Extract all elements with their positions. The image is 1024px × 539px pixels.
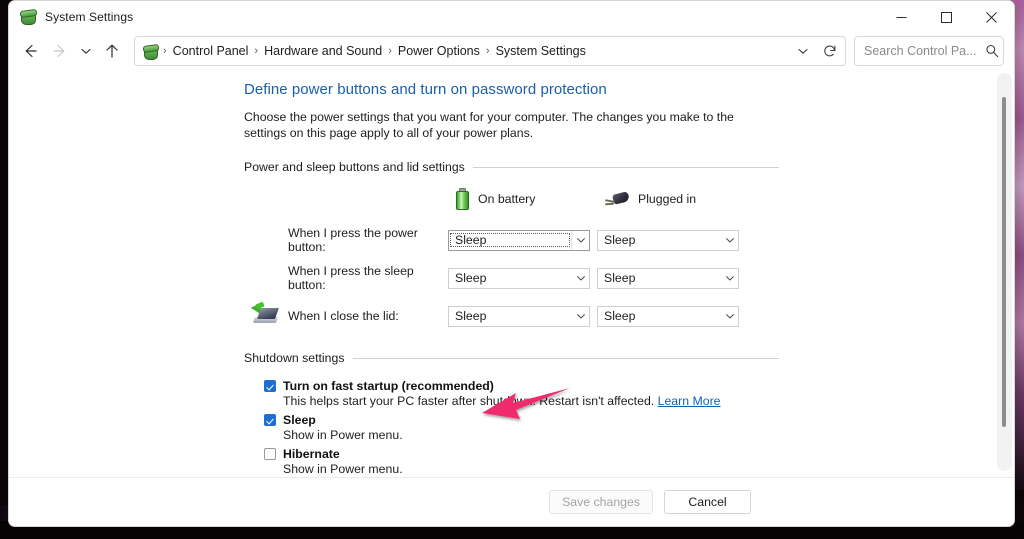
window-controls — [879, 1, 1014, 33]
address-control-panel-icon — [142, 43, 160, 60]
control-panel-icon — [19, 8, 38, 25]
address-bar[interactable]: › Control Panel › Hardware and Sound › P… — [134, 36, 846, 66]
title-bar: System Settings — [9, 1, 1014, 33]
sleep-moon-icon — [252, 265, 278, 291]
chevron-down-icon[interactable] — [790, 39, 816, 63]
column-plugged-in: Plugged in — [604, 191, 754, 207]
scrollbar-thumb[interactable] — [1002, 97, 1006, 427]
page-description: Choose the power settings that you want … — [244, 110, 734, 140]
breadcrumb: › Control Panel › Hardware and Sound › P… — [162, 41, 790, 61]
dropdown-value: Sleep — [450, 233, 570, 247]
dropdown-close-lid-on-battery[interactable]: Sleep — [448, 305, 590, 327]
power-plug-icon — [604, 191, 630, 207]
setting-row-close-lid: When I close the lid: Sleep Sleep — [244, 297, 779, 335]
column-headers: On battery Plugged in — [244, 188, 779, 210]
refresh-icon[interactable] — [817, 39, 843, 63]
chevron-down-icon[interactable] — [721, 307, 738, 326]
minimize-button[interactable] — [879, 1, 924, 33]
dialog-footer: Save changes Cancel — [9, 477, 1014, 526]
title-bar-left: System Settings — [9, 8, 134, 25]
vertical-scrollbar[interactable] — [997, 73, 1012, 471]
content-area: Define power buttons and turn on passwor… — [9, 69, 1014, 477]
checkbox-row-fast-startup[interactable]: Turn on fast startup (recommended) — [264, 379, 779, 393]
checkbox-description-hibernate: Show in Power menu. — [283, 462, 403, 476]
recent-locations-chevron-down-icon[interactable] — [75, 36, 97, 66]
cancel-button[interactable]: Cancel — [664, 490, 751, 514]
shutdown-group-label: Shutdown settings — [244, 351, 345, 365]
power-buttons-group-header: Power and sleep buttons and lid settings — [244, 160, 779, 174]
breadcrumb-item-power-options[interactable]: Power Options — [393, 41, 485, 61]
column-on-battery: On battery — [456, 188, 605, 210]
dropdown-close-lid-plugged-in[interactable]: Sleep — [597, 305, 739, 327]
breadcrumb-item-hardware-and-sound[interactable]: Hardware and Sound — [259, 41, 387, 61]
checkbox-sleep[interactable] — [264, 414, 276, 426]
dropdown-sleep-button-plugged-in[interactable]: Sleep — [597, 267, 739, 289]
group-divider — [352, 357, 779, 359]
checkbox-row-hibernate[interactable]: Hibernate — [264, 447, 779, 461]
checkbox-description-fast-startup: This helps start your PC faster after sh… — [283, 394, 779, 408]
dropdown-power-button-on-battery[interactable]: Sleep — [448, 229, 590, 251]
laptop-lid-icon — [250, 301, 280, 329]
group-divider — [472, 166, 779, 168]
dropdown-value: Sleep — [455, 271, 487, 285]
column-label-plugged-in: Plugged in — [638, 192, 697, 206]
power-button-icon — [252, 227, 278, 253]
row-label-power-button: When I press the power button: — [288, 226, 418, 254]
checkbox-row-sleep[interactable]: Sleep — [264, 413, 779, 427]
search-placeholder: Search Control Pa... — [864, 44, 977, 58]
row-label-sleep-button: When I press the sleep button: — [288, 264, 414, 292]
window-title: System Settings — [45, 10, 134, 24]
breadcrumb-separator: › — [485, 45, 490, 57]
search-icon[interactable] — [985, 44, 999, 58]
dropdown-sleep-button-on-battery[interactable]: Sleep — [448, 267, 590, 289]
checkbox-label-sleep: Sleep — [283, 413, 316, 427]
setting-row-sleep-button: When I press the sleep button: Sleep Sle… — [244, 259, 779, 297]
address-bar-tools — [790, 39, 843, 63]
checkbox-fast-startup[interactable] — [264, 380, 276, 392]
checkbox-description-sleep: Show in Power menu. — [283, 428, 403, 442]
setting-row-power-button: When I press the power button: Sleep Sle… — [244, 221, 779, 259]
dropdown-value: Sleep — [604, 233, 636, 247]
description-text: This helps start your PC faster after sh… — [283, 394, 655, 408]
power-buttons-group-label: Power and sleep buttons and lid settings — [244, 160, 465, 174]
close-button[interactable] — [969, 1, 1014, 33]
dropdown-value: Sleep — [604, 309, 636, 323]
breadcrumb-separator: › — [163, 45, 167, 57]
page-title: Define power buttons and turn on passwor… — [244, 81, 607, 98]
forward-arrow-icon[interactable] — [45, 36, 75, 66]
chevron-down-icon[interactable] — [572, 269, 589, 288]
settings-inner: Define power buttons and turn on passwor… — [244, 81, 779, 477]
breadcrumb-item-control-panel[interactable]: Control Panel — [168, 41, 254, 61]
dropdown-value: Sleep — [455, 309, 487, 323]
learn-more-link[interactable]: Learn More — [658, 394, 721, 408]
chevron-down-icon[interactable] — [572, 307, 589, 326]
chevron-down-icon[interactable] — [721, 231, 738, 250]
checkbox-label-fast-startup: Turn on fast startup (recommended) — [283, 379, 494, 393]
system-settings-window: System Settings › Control Panel › Hardwa… — [8, 0, 1015, 527]
row-label-close-lid: When I close the lid: — [288, 309, 399, 323]
chevron-down-icon[interactable] — [721, 269, 738, 288]
dropdown-value: Sleep — [604, 271, 636, 285]
checkbox-hibernate[interactable] — [264, 448, 276, 460]
chevron-down-icon[interactable] — [571, 230, 589, 250]
search-input[interactable]: Search Control Pa... — [854, 36, 1004, 66]
column-label-on-battery: On battery — [478, 192, 536, 206]
up-arrow-icon[interactable] — [97, 36, 127, 66]
maximize-button[interactable] — [924, 1, 969, 33]
settings-scroll-region: Define power buttons and turn on passwor… — [9, 69, 997, 477]
battery-icon — [456, 188, 469, 210]
shutdown-settings-section: Shutdown settings Turn on fast startup (… — [244, 351, 779, 477]
save-changes-button[interactable]: Save changes — [549, 490, 653, 514]
checkbox-label-hibernate: Hibernate — [283, 447, 340, 461]
back-arrow-icon[interactable] — [15, 36, 45, 66]
navigation-bar: › Control Panel › Hardware and Sound › P… — [9, 33, 1014, 69]
dropdown-power-button-plugged-in[interactable]: Sleep — [597, 229, 739, 251]
shutdown-group-header: Shutdown settings — [244, 351, 779, 365]
desktop-background: System Settings › Control Panel › Hardwa… — [0, 0, 1024, 539]
breadcrumb-item-system-settings[interactable]: System Settings — [491, 41, 591, 61]
